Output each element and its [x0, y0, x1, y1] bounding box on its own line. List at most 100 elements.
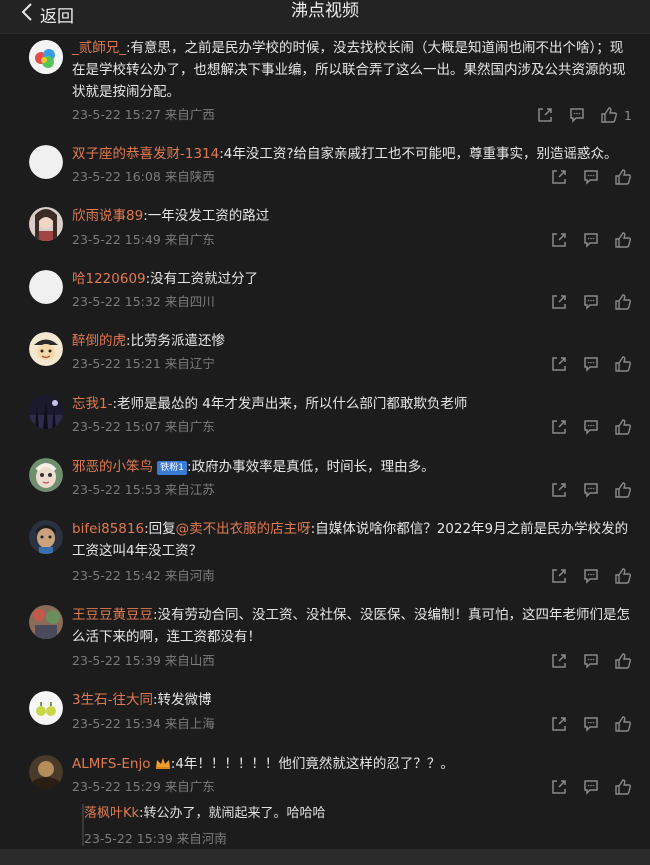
share-icon[interactable]: [550, 293, 568, 311]
comment-actions: [550, 481, 632, 499]
comment-text: _贰師兄_:有意思，之前是民办学校的时候，没去找校长闹（大概是知道闹也闹不出个啥…: [72, 37, 632, 103]
comment-actions: [550, 168, 632, 186]
share-icon[interactable]: [550, 778, 568, 796]
fan-badge: 铁粉1: [157, 461, 188, 475]
comment-icon[interactable]: [582, 715, 600, 733]
comment-icon[interactable]: [582, 567, 600, 585]
comment-item: 双子座的恭喜发财-1314:4年没工资?给自家亲戚打工也不可能吧，尊重事实，别造…: [0, 134, 650, 197]
comment-body: :转发微博: [152, 692, 212, 708]
like-icon[interactable]: [614, 168, 632, 186]
reply-prefix: :回复: [144, 521, 176, 537]
avatar[interactable]: [29, 458, 63, 492]
comment-actions: 1: [536, 106, 632, 124]
comment-icon[interactable]: [582, 652, 600, 670]
comment-meta: 23-5-22 15:53 来自江苏: [72, 482, 215, 497]
username-link[interactable]: 忘我1-: [72, 396, 112, 412]
share-icon[interactable]: [550, 567, 568, 585]
share-icon[interactable]: [550, 231, 568, 249]
bottom-bar: [0, 849, 650, 865]
username-link[interactable]: 王豆豆黄豆豆: [72, 607, 153, 623]
comment-item: 邪恶的小笨鸟 铁粉1:政府办事效率是真低，时间长，理由多。 23-5-22 15…: [0, 448, 650, 511]
username-link[interactable]: 欣雨说事89: [72, 208, 143, 224]
avatar[interactable]: [29, 755, 63, 789]
avatar[interactable]: [29, 145, 63, 179]
comment-meta: 23-5-22 15:34 来自上海: [72, 716, 215, 731]
comment-icon[interactable]: [568, 106, 586, 124]
comment-item: _贰師兄_:有意思，之前是民办学校的时候，没去找校长闹（大概是知道闹也闹不出个啥…: [0, 34, 650, 134]
header: 返回 沸点视频: [0, 0, 650, 34]
share-icon[interactable]: [550, 418, 568, 436]
username-link[interactable]: 哈1220609: [72, 271, 146, 287]
username-link[interactable]: 邪恶的小笨鸟: [72, 459, 153, 475]
reply-text: 落枫叶Kk:转公办了，就闹起来了。哈哈哈: [84, 804, 325, 824]
like-icon[interactable]: [614, 652, 632, 670]
comment-icon[interactable]: [582, 293, 600, 311]
avatar[interactable]: [29, 207, 63, 241]
username-link[interactable]: _贰師兄_: [72, 40, 126, 56]
comment-item: 3生石-往大同:转发微博 23-5-22 15:34 来自上海: [0, 683, 650, 746]
share-icon[interactable]: [550, 168, 568, 186]
share-icon[interactable]: [550, 355, 568, 373]
share-icon[interactable]: [550, 652, 568, 670]
like-icon[interactable]: [614, 715, 632, 733]
comment-icon[interactable]: [582, 778, 600, 796]
like-icon[interactable]: [614, 418, 632, 436]
mention-link[interactable]: @卖不出衣服的店主呀: [176, 521, 311, 537]
comment-actions: [550, 778, 632, 796]
reply-meta: 23-5-22 15:39 来自河南: [84, 831, 227, 846]
username-link[interactable]: bifei85816: [72, 521, 144, 537]
comment-body: :政府办事效率是真低，时间长，理由多。: [187, 459, 435, 475]
username-link[interactable]: 醉倒的虎: [72, 333, 126, 349]
comment-body: :4年没工资?给自家亲戚打工也不可能吧，尊重事实，别造谣惑众。: [219, 146, 618, 162]
like-icon[interactable]: [614, 355, 632, 373]
comment-text: 忘我1-:老师是最怂的 4年才发声出来，所以什么部门都敢欺负老师: [72, 393, 632, 415]
comment-icon[interactable]: [582, 231, 600, 249]
avatar[interactable]: [29, 332, 63, 366]
comment-item: ALMFS-Enjo :4年！！！！！！他们竟然就这样的忍了？？。 23-5-2…: [0, 746, 650, 846]
comment-text: 王豆豆黄豆豆:没有劳动合同、没工资、没社保、没医保、没编制！真可怕，这四年老师们…: [72, 604, 632, 648]
avatar[interactable]: [29, 605, 63, 639]
like-icon[interactable]: [614, 567, 632, 585]
like-icon[interactable]: [600, 106, 618, 124]
username-link[interactable]: 落枫叶Kk: [84, 806, 139, 821]
comment-actions: [550, 567, 632, 585]
like-icon[interactable]: [614, 293, 632, 311]
comment-item: 欣雨说事89:一年没发工资的路过 23-5-22 15:49 来自广东: [0, 197, 650, 260]
share-icon[interactable]: [536, 106, 554, 124]
avatar[interactable]: [29, 270, 63, 304]
comment-meta: 23-5-22 15:21 来自辽宁: [72, 356, 215, 371]
username-link[interactable]: 3生石-往大同: [72, 692, 153, 708]
comment-text: 双子座的恭喜发财-1314:4年没工资?给自家亲戚打工也不可能吧，尊重事实，别造…: [72, 143, 632, 165]
comment-actions: [550, 715, 632, 733]
comment-actions: [550, 418, 632, 436]
like-icon[interactable]: [614, 481, 632, 499]
avatar[interactable]: [29, 520, 63, 554]
comment-meta: 23-5-22 15:29 来自广东: [72, 779, 215, 794]
avatar[interactable]: [29, 395, 63, 429]
comment-body: :一年没发工资的路过: [143, 208, 270, 224]
username-link[interactable]: 双子座的恭喜发财-1314: [72, 146, 219, 162]
comment-actions: [550, 355, 632, 373]
comment-actions: [550, 231, 632, 249]
share-icon[interactable]: [550, 715, 568, 733]
comment-text: 邪恶的小笨鸟 铁粉1:政府办事效率是真低，时间长，理由多。: [72, 456, 632, 478]
avatar[interactable]: [29, 691, 63, 725]
crown-badge-icon: [155, 755, 171, 769]
comment-actions: [550, 293, 632, 311]
comment-item: 忘我1-:老师是最怂的 4年才发声出来，所以什么部门都敢欺负老师 23-5-22…: [0, 385, 650, 448]
comment-icon[interactable]: [582, 481, 600, 499]
comment-icon[interactable]: [582, 355, 600, 373]
comment-meta: 23-5-22 15:49 来自广东: [72, 232, 215, 247]
username-link[interactable]: ALMFS-Enjo: [72, 756, 150, 772]
page-title: 沸点视频: [291, 1, 359, 21]
reply-body: :转公办了，就闹起来了。哈哈哈: [139, 806, 326, 821]
share-icon[interactable]: [550, 481, 568, 499]
like-icon[interactable]: [614, 231, 632, 249]
comment-icon[interactable]: [582, 418, 600, 436]
comment-body: :没有工资就过分了: [145, 271, 259, 287]
like-icon[interactable]: [614, 778, 632, 796]
avatar[interactable]: [29, 40, 63, 74]
comment-meta: 23-5-22 16:08 来自陕西: [72, 169, 215, 184]
comment-icon[interactable]: [582, 168, 600, 186]
comment-text: 哈1220609:没有工资就过分了: [72, 268, 632, 290]
